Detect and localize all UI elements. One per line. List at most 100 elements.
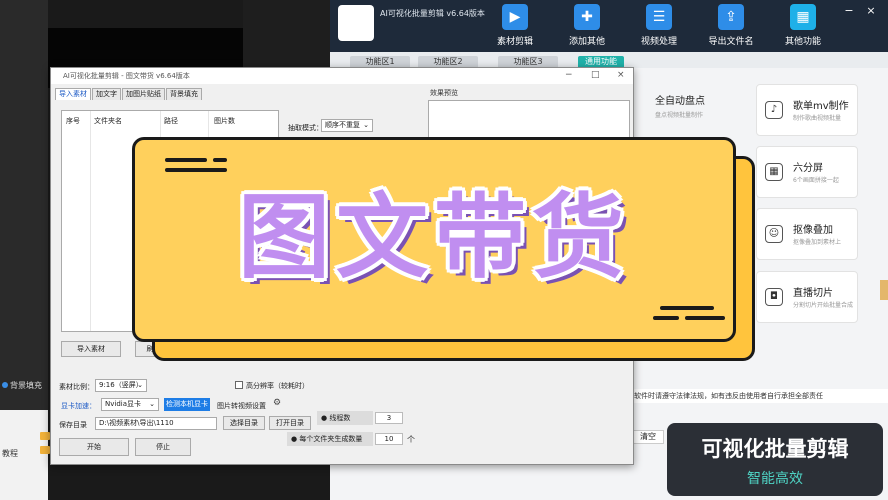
- hq-checkbox[interactable]: [235, 381, 243, 389]
- dock-dot-icon: [2, 382, 8, 388]
- chevron-down-icon: ⌄: [149, 400, 155, 408]
- per-folder-unit: 个: [407, 435, 415, 444]
- camera-icon: ◘: [765, 288, 783, 306]
- banner-dash: [213, 158, 227, 162]
- film-icon: ▶: [502, 4, 528, 30]
- import-material-button[interactable]: 导入素材: [61, 341, 121, 357]
- extract-mode-label: 抽取模式：: [288, 124, 323, 132]
- export-icon: ⇪: [718, 4, 744, 30]
- file-list-text: 教程: [2, 449, 18, 458]
- dialog-tabs: 导入素材 加文字 加图片贴纸 背景填充: [55, 88, 203, 100]
- minimize-button[interactable]: −: [842, 4, 856, 18]
- dialog-titlebar: AI可视化批量剪辑 - 图文带货 v6.64版本 − □ ×: [51, 68, 633, 84]
- chevron-down-icon: ⌄: [137, 381, 143, 389]
- music-icon: ♪: [765, 101, 783, 119]
- desktop-dark-region: [243, 0, 333, 70]
- nav-other-functions[interactable]: ▦ 其他功能: [768, 4, 838, 47]
- save-dir-label: 保存目录: [59, 421, 87, 429]
- detect-gpu-button[interactable]: 检测本机显卡: [164, 398, 210, 411]
- grid-icon: ▦: [765, 163, 783, 181]
- extract-mode-value: 顺序不重复: [325, 121, 360, 129]
- banner-dash: [685, 316, 725, 320]
- clear-button[interactable]: 清空: [632, 430, 664, 444]
- gpu-select[interactable]: Nvidia显卡 ⌄: [101, 398, 159, 411]
- threads-label: 线程数: [329, 414, 351, 422]
- dialog-maximize-button[interactable]: □: [591, 70, 600, 80]
- nav-label: 素材剪辑: [496, 37, 533, 47]
- tab-add-text[interactable]: 加文字: [92, 88, 121, 100]
- feature-title: 直播切片: [793, 288, 833, 299]
- feature-title: 六分屏: [793, 163, 823, 174]
- ratio-select[interactable]: 9:16（竖屏） ⌄: [95, 379, 147, 392]
- save-dir-input[interactable]: D:\视频素材\导出\1110: [95, 417, 217, 430]
- feature-title: 全自动盘点: [655, 96, 705, 107]
- feature-subtitle: 分割切片开始批量合成: [793, 302, 854, 309]
- gpu-label: 显卡加速：: [61, 402, 96, 410]
- dialog-close-button[interactable]: ×: [617, 70, 625, 80]
- legal-notice: 软件时请遵守法律法规，如有违反由使用者自行承担全部责任: [630, 389, 888, 403]
- banner-dash: [165, 168, 227, 172]
- hq-label: 高分辨率（较耗时）: [246, 382, 309, 390]
- feature-title: 抠像叠加: [793, 225, 833, 236]
- feature-auto-inventory[interactable]: 全自动盘点 盘点视频批量制作: [645, 92, 745, 119]
- desktop-file-list: 教程: [0, 410, 48, 500]
- feature-live-slice[interactable]: ◘ 直播切片 分割切片开始批量合成: [756, 271, 858, 323]
- close-button[interactable]: ×: [864, 4, 878, 18]
- feature-song-mv[interactable]: ♪ 歌单mv制作 制作歌曲视频批量: [756, 84, 858, 136]
- open-dir-button[interactable]: 打开目录: [269, 416, 311, 430]
- feature-six-split[interactable]: ▦ 六分屏 6个画面拼接一起: [756, 146, 858, 198]
- table-header: 路径: [164, 117, 178, 125]
- nav-material-edit[interactable]: ▶ 素材剪辑: [480, 4, 550, 47]
- banner-dash: [660, 306, 714, 310]
- caption-subtitle: 智能高效: [747, 471, 803, 487]
- feature-subtitle: 盘点视频批量制作: [655, 112, 704, 119]
- dialog-minimize-button[interactable]: −: [565, 70, 573, 80]
- choose-dir-button[interactable]: 选择目录: [223, 416, 265, 430]
- dock-item-label: 背景填充: [10, 381, 42, 390]
- nav-label: 添加其他: [568, 37, 605, 47]
- app-logo: [338, 5, 374, 41]
- app-title: AI可视化批量剪辑 v6.64版本: [380, 9, 485, 18]
- main-toolbar: AI可视化批量剪辑 v6.64版本 ▶ 素材剪辑 ✚ 添加其他 ☰ 视频处理 ⇪…: [330, 0, 888, 52]
- per-folder-option[interactable]: ● 每个文件夹生成数量: [287, 432, 373, 446]
- sliders-icon: ☰: [646, 4, 672, 30]
- grid-icon: ▦: [790, 4, 816, 30]
- background-dock-item[interactable]: 背景填充: [2, 380, 42, 391]
- per-folder-input[interactable]: 10: [375, 433, 403, 445]
- edge-tab-icon[interactable]: [880, 280, 888, 300]
- dialog-title: AI可视化批量剪辑 - 图文带货 v6.64版本: [63, 72, 190, 80]
- feature-subtitle: 制作歌曲视频批量: [793, 115, 842, 122]
- nav-video-process[interactable]: ☰ 视频处理: [624, 4, 694, 47]
- tab-add-sticker[interactable]: 加图片贴纸: [122, 88, 165, 100]
- add-list-icon: ✚: [574, 4, 600, 30]
- nav-export-filename[interactable]: ⇪ 导出文件名: [696, 4, 766, 47]
- nav-add-other[interactable]: ✚ 添加其他: [552, 4, 622, 47]
- feature-title: 歌单mv制作: [793, 101, 849, 112]
- folder-icon[interactable]: [40, 446, 50, 454]
- chevron-down-icon: ⌄: [363, 121, 369, 129]
- nav-label: 其他功能: [784, 37, 821, 47]
- table-header: 序号: [66, 117, 80, 125]
- tab-import-material[interactable]: 导入素材: [55, 88, 91, 100]
- column-divider: [90, 111, 91, 331]
- nav-label: 视频处理: [640, 37, 677, 47]
- feature-subtitle: 抠像叠加到素材上: [793, 239, 842, 246]
- ratio-label: 素材比例：: [59, 383, 94, 391]
- threads-option[interactable]: ● 线程数: [317, 411, 373, 425]
- caption-title: 可视化批量剪辑: [701, 437, 849, 461]
- banner-dash: [165, 158, 207, 162]
- feature-subtitle: 6个画面拼接一起: [793, 177, 839, 184]
- threads-input[interactable]: 3: [375, 412, 403, 424]
- stop-button[interactable]: 停止: [135, 438, 191, 456]
- start-button[interactable]: 开始: [59, 438, 129, 456]
- folder-icon[interactable]: [40, 432, 50, 440]
- feature-matting-overlay[interactable]: ☺ 抠像叠加 抠像叠加到素材上: [756, 208, 858, 260]
- img2video-settings-label: 图片转视频设置: [217, 402, 266, 410]
- caption-box: 可视化批量剪辑 智能高效: [667, 423, 883, 496]
- tab-background-fill[interactable]: 背景填充: [166, 88, 202, 100]
- gear-icon[interactable]: ⚙: [273, 398, 281, 408]
- nav-label: 导出文件名: [708, 37, 754, 47]
- table-header: 文件夹名: [94, 117, 122, 125]
- extract-mode-select[interactable]: 顺序不重复 ⌄: [321, 119, 373, 132]
- portrait-icon: ☺: [765, 225, 783, 243]
